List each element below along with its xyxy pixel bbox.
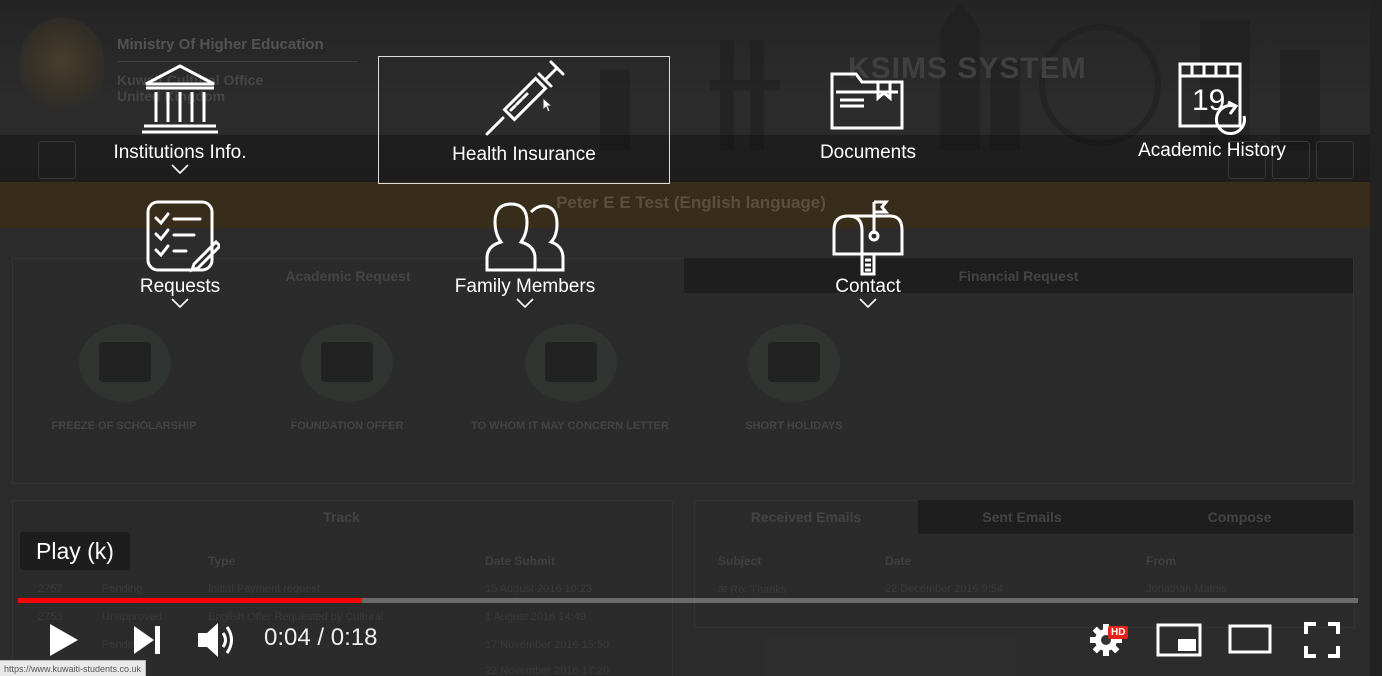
time-current: 0:04: [264, 624, 311, 651]
chevron-down-icon: [171, 164, 189, 174]
fullscreen-button[interactable]: [1304, 622, 1340, 658]
chevron-down-icon: [171, 298, 189, 308]
hd-badge: HD: [1108, 626, 1129, 639]
time-display: 0:04 / 0:18: [264, 624, 378, 651]
mailbox-icon: [832, 200, 904, 276]
menu-label: Health Insurance: [452, 144, 596, 165]
menu-item-requests[interactable]: Requests: [80, 198, 280, 308]
menu-item-contact[interactable]: Contact: [768, 198, 968, 308]
menu-label: Family Members: [454, 276, 596, 297]
progress-played: [18, 598, 363, 603]
miniplayer-button[interactable]: [1156, 623, 1202, 657]
menu-item-health-insurance[interactable]: Health Insurance: [378, 58, 670, 166]
video-player[interactable]: Ministry Of Higher Education Kuwait Cult…: [0, 0, 1382, 676]
menu-item-family-members[interactable]: Family Members: [410, 198, 640, 308]
menu-label: Academic History: [1138, 140, 1286, 161]
scrollbar[interactable]: [1370, 0, 1382, 676]
time-total: 0:18: [330, 624, 378, 651]
chevron-down-icon: [516, 298, 534, 308]
progress-bar[interactable]: [18, 598, 1358, 603]
menu-label: Contact: [835, 276, 901, 297]
institution-building-icon: [142, 64, 218, 134]
calendar-history-icon: 19: [1178, 62, 1246, 135]
svg-text:19: 19: [1192, 84, 1225, 117]
chevron-down-icon: [859, 298, 877, 308]
menu-label: Documents: [819, 142, 917, 163]
theater-mode-button[interactable]: [1228, 624, 1274, 656]
volume-button[interactable]: [196, 620, 238, 660]
checklist-icon: [146, 200, 220, 273]
folder-icon: [830, 72, 904, 130]
menu-label: Institutions Info.: [113, 142, 247, 163]
status-bar-url: https://www.kuwaiti-students.co.uk: [0, 660, 147, 676]
syringe-icon: [485, 60, 565, 136]
menu-item-institutions[interactable]: Institutions Info.: [80, 62, 280, 174]
play-tooltip: Play (k): [20, 532, 130, 570]
menu-item-documents[interactable]: Documents: [768, 62, 968, 164]
people-icon: [485, 202, 565, 272]
play-button[interactable]: [46, 622, 80, 658]
menu-item-academic-history[interactable]: 19 Academic History: [1112, 60, 1312, 162]
menu-label: Requests: [139, 276, 221, 297]
next-button[interactable]: [130, 624, 164, 656]
